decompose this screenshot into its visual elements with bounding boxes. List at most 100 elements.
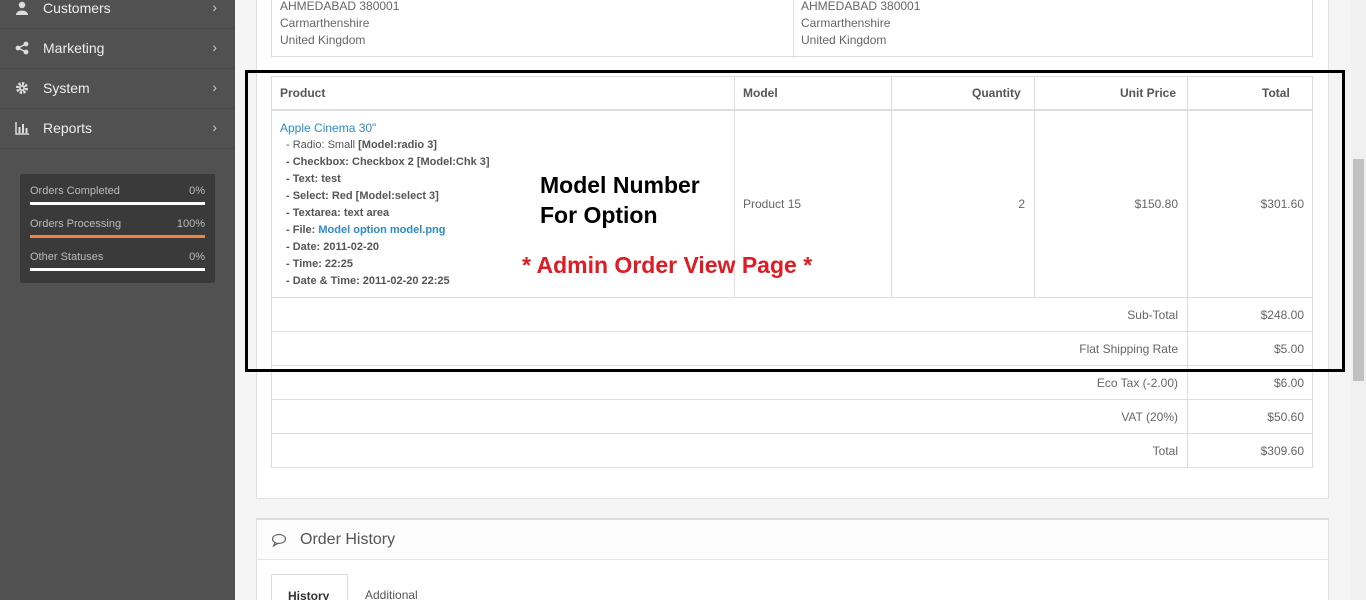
grand-total-value: $309.60 [1260, 444, 1304, 458]
option-value: [Model:radio 3] [358, 139, 437, 151]
sidebar: Customers › Marketing › System › Reports… [0, 0, 235, 600]
progress-fill [30, 235, 205, 238]
shipping-value: $5.00 [1273, 342, 1304, 356]
tab-additional[interactable]: Additional [365, 588, 418, 600]
address-line: AHMEDABAD 380001 [801, 0, 921, 13]
stat-orders-processing: Orders Processing 100% [30, 207, 205, 240]
column-divider [891, 77, 892, 297]
chevron-right-icon: › [212, 119, 217, 135]
product-model: Product 15 [743, 197, 802, 211]
shipping-label: Flat Shipping Rate [1079, 342, 1178, 356]
sidebar-item-marketing[interactable]: Marketing › [0, 29, 235, 69]
stat-orders-completed: Orders Completed 0% [30, 174, 205, 207]
product-option: - Date: 2011-02-20 [286, 241, 379, 253]
row-divider [272, 399, 1312, 400]
column-header-model: Model [743, 86, 778, 100]
stat-value: 100% [176, 218, 205, 230]
subtotal-label: Sub-Total [1127, 308, 1178, 322]
option-label: - Date: 2011-02-20 [286, 241, 379, 253]
column-divider [1034, 77, 1035, 297]
address-line: Carmarthenshire [280, 16, 370, 30]
tab-history[interactable]: History [271, 574, 348, 600]
option-label: - Textarea: text area [286, 207, 390, 219]
option-label: - Text: test [286, 173, 341, 185]
sidebar-item-label: Reports [43, 120, 93, 136]
order-history-panel: Order History History Additional [256, 518, 1329, 600]
product-option: - Textarea: text area [286, 207, 389, 219]
column-header-total: Total [1262, 86, 1290, 100]
gear-icon [16, 82, 28, 94]
progress-bar [30, 235, 205, 238]
eco-tax-value: $6.00 [1273, 376, 1304, 390]
annotation-page-note: * Admin Order View Page * [522, 252, 813, 278]
column-header-product: Product [280, 86, 326, 100]
option-label: - Select: Red [Model:select 3] [286, 190, 439, 202]
chevron-right-icon: › [212, 0, 217, 15]
address-line: United Kingdom [280, 33, 366, 47]
option-label: - Checkbox: Checkbox 2 [Model:Chk 3] [286, 156, 490, 168]
option-label: - Radio: Small [286, 139, 359, 151]
product-link[interactable]: Apple Cinema 30" [280, 121, 376, 135]
sidebar-item-label: System [43, 80, 90, 96]
chevron-right-icon: › [212, 79, 217, 95]
product-unit-price: $150.80 [1134, 197, 1178, 211]
annotation-line: Model Number [540, 172, 700, 198]
annotation-model-number: Model Number For Option [540, 170, 700, 230]
stat-other-statuses: Other Statuses 0% [30, 240, 205, 273]
stat-value: 0% [189, 185, 205, 197]
sidebar-item-customers[interactable]: Customers › [0, 0, 235, 29]
vat-value: $50.60 [1267, 410, 1304, 424]
header-divider [272, 109, 1312, 111]
product-option: - Checkbox: Checkbox 2 [Model:Chk 3] [286, 156, 490, 168]
subtotal-value: $248.00 [1260, 308, 1304, 322]
address-line: Carmarthenshire [801, 16, 891, 30]
comment-icon [271, 533, 287, 547]
option-label: - Date & Time: 2011-02-20 22:25 [286, 275, 450, 287]
progress-bar [30, 268, 205, 271]
grand-total-label: Total [1152, 444, 1178, 458]
product-option: - Date & Time: 2011-02-20 22:25 [286, 275, 450, 287]
chevron-right-icon: › [212, 39, 217, 55]
stat-label: Orders Completed [30, 185, 120, 197]
address-line: AHMEDABAD 380001 [280, 0, 400, 13]
column-divider [1187, 77, 1188, 467]
option-label: - File: [286, 224, 319, 236]
product-option: - Text: test [286, 173, 341, 185]
column-divider [793, 0, 794, 58]
user-icon [16, 1, 28, 15]
progress-bar [30, 202, 205, 205]
row-divider [272, 331, 1312, 332]
tab-label: History [288, 589, 330, 600]
option-label: - Time: 22:25 [286, 258, 354, 270]
sidebar-item-label: Customers [43, 0, 111, 16]
scrollbar-thumb[interactable] [1353, 159, 1364, 381]
row-divider [272, 433, 1312, 434]
product-option: - Radio: Small [Model:radio 3] [286, 139, 437, 151]
panel-title: Order History [300, 531, 396, 548]
row-divider [272, 297, 1312, 298]
order-status-stats: Orders Completed 0% Orders Processing 10… [20, 174, 215, 283]
panel-header: Order History [257, 520, 1328, 560]
eco-tax-label: Eco Tax (-2.00) [1096, 376, 1178, 390]
option-file-link[interactable]: Model option model.png [318, 224, 445, 236]
column-header-quantity: Quantity [972, 86, 1021, 100]
product-option: - File: Model option model.png [286, 224, 445, 236]
sidebar-item-label: Marketing [43, 40, 105, 56]
share-icon [15, 41, 29, 55]
annotation-line: For Option [540, 202, 658, 228]
stat-value: 0% [189, 251, 205, 263]
sidebar-item-reports[interactable]: Reports › [0, 109, 235, 149]
address-table: AHMEDABAD 380001 Carmarthenshire United … [271, 0, 1313, 58]
row-divider [272, 365, 1312, 366]
vat-label: VAT (20%) [1121, 410, 1178, 424]
product-option: - Time: 22:25 [286, 258, 353, 270]
address-line: United Kingdom [801, 33, 887, 47]
scrollbar[interactable] [1351, 0, 1366, 600]
product-option: - Select: Red [Model:select 3] [286, 190, 439, 202]
bar-chart-icon [15, 122, 29, 135]
product-quantity: 2 [1018, 197, 1025, 211]
product-total: $301.60 [1260, 197, 1304, 211]
column-header-unit-price: Unit Price [1120, 86, 1177, 100]
sidebar-item-system[interactable]: System › [0, 69, 235, 109]
stat-label: Orders Processing [30, 218, 122, 230]
